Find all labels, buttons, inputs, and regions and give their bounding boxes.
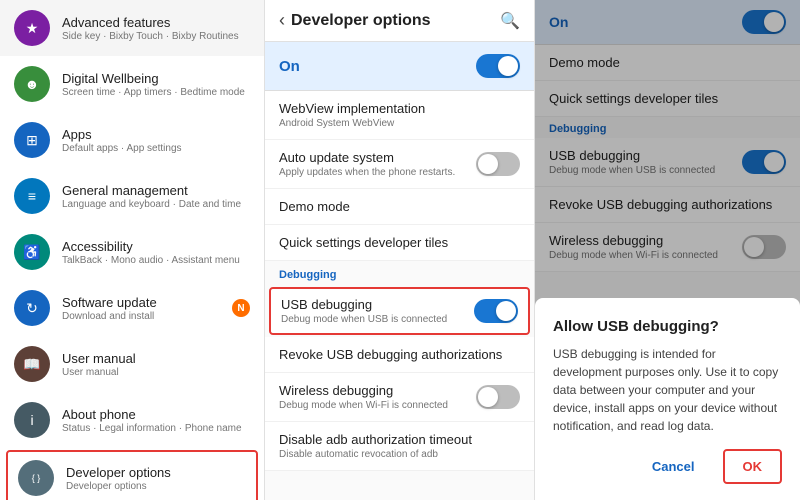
sidebar-text-general-management: General managementLanguage and keyboard …	[62, 183, 250, 210]
cancel-button[interactable]: Cancel	[634, 449, 713, 484]
sidebar-title-general-management: General management	[62, 183, 250, 198]
sidebar-item-apps[interactable]: ⊞ AppsDefault apps · App settings	[0, 112, 264, 168]
about-phone-icon: i	[14, 402, 50, 438]
sidebar-item-user-manual[interactable]: 📖 User manualUser manual	[0, 336, 264, 392]
sidebar-text-digital-wellbeing: Digital WellbeingScreen time · App timer…	[62, 71, 250, 98]
software-update-icon: ↻	[14, 290, 50, 326]
apps-icon: ⊞	[14, 122, 50, 158]
dev-on-row[interactable]: On	[265, 42, 534, 91]
dev-item-text-auto-update: Auto update system Apply updates when the…	[279, 150, 476, 178]
developer-options-icon: { }	[18, 460, 54, 496]
dev-item-sub-auto-update: Apply updates when the phone restarts.	[279, 167, 476, 178]
ok-button[interactable]: OK	[723, 449, 783, 484]
panel-header: ‹ Developer options 🔍	[265, 0, 534, 42]
dev-item-demo-mode[interactable]: Demo mode	[265, 189, 534, 225]
dev-item-revoke-usb[interactable]: Revoke USB debugging authorizations	[265, 337, 534, 373]
usb-debugging-dialog: Allow USB debugging? USB debugging is in…	[535, 298, 800, 500]
sidebar-title-advanced-features: Advanced features	[62, 15, 250, 30]
dev-item-text-wireless-debugging: Wireless debugging Debug mode when Wi-Fi …	[279, 383, 476, 411]
dialog-overlay: Allow USB debugging? USB debugging is in…	[535, 0, 800, 500]
sidebar-subtitle-accessibility: TalkBack · Mono audio · Assistant menu	[62, 255, 250, 266]
dev-item-text-usb-debugging: USB debugging Debug mode when USB is conn…	[281, 297, 474, 325]
dev-item-row-usb-debugging: USB debugging Debug mode when USB is conn…	[281, 297, 518, 325]
right-panel: OnDemo modeQuick settings developer tile…	[535, 0, 800, 500]
sidebar-subtitle-digital-wellbeing: Screen time · App timers · Bedtime mode	[62, 87, 250, 98]
sidebar-title-about-phone: About phone	[62, 407, 250, 422]
sidebar-title-digital-wellbeing: Digital Wellbeing	[62, 71, 250, 86]
sidebar-item-software-update[interactable]: ↻ Software updateDownload and installN	[0, 280, 264, 336]
sidebar-subtitle-developer-options: Developer options	[66, 481, 246, 492]
badge-software-update: N	[232, 299, 250, 317]
sidebar-title-user-manual: User manual	[62, 351, 250, 366]
dev-item-title-disable-adb: Disable adb authorization timeout	[279, 432, 520, 447]
sidebar-subtitle-apps: Default apps · App settings	[62, 143, 250, 154]
dev-item-sub-wireless-debugging: Debug mode when Wi-Fi is connected	[279, 400, 476, 411]
toggle-wireless-debugging[interactable]	[476, 385, 520, 409]
sidebar-title-apps: Apps	[62, 127, 250, 142]
general-management-icon: ≡	[14, 178, 50, 214]
sidebar-title-developer-options: Developer options	[66, 465, 246, 480]
sidebar-text-advanced-features: Advanced featuresSide key · Bixby Touch …	[62, 15, 250, 42]
dev-item-webview[interactable]: WebView implementation Android System Web…	[265, 91, 534, 140]
sidebar-text-developer-options: Developer optionsDeveloper options	[66, 465, 246, 492]
sidebar-subtitle-user-manual: User manual	[62, 367, 250, 378]
dev-item-row-auto-update: Auto update system Apply updates when the…	[279, 150, 520, 178]
section-debugging-section: Debugging	[265, 261, 534, 285]
sidebar-item-accessibility[interactable]: ♿ AccessibilityTalkBack · Mono audio · As…	[0, 224, 264, 280]
sidebar-subtitle-advanced-features: Side key · Bixby Touch · Bixby Routines	[62, 31, 250, 42]
toggle-auto-update[interactable]	[476, 152, 520, 176]
sidebar-subtitle-general-management: Language and keyboard · Date and time	[62, 199, 250, 210]
sidebar-text-user-manual: User manualUser manual	[62, 351, 250, 378]
panel-title: Developer options	[291, 12, 500, 30]
sidebar-text-accessibility: AccessibilityTalkBack · Mono audio · Ass…	[62, 239, 250, 266]
dev-on-toggle[interactable]	[476, 54, 520, 78]
sidebar-title-accessibility: Accessibility	[62, 239, 250, 254]
sidebar-item-general-management[interactable]: ≡ General managementLanguage and keyboard…	[0, 168, 264, 224]
sidebar-text-software-update: Software updateDownload and install	[62, 295, 232, 322]
dev-item-title-auto-update: Auto update system	[279, 150, 476, 165]
accessibility-icon: ♿	[14, 234, 50, 270]
dev-item-sub-usb-debugging: Debug mode when USB is connected	[281, 314, 474, 325]
back-icon[interactable]: ‹	[279, 10, 285, 31]
developer-options-content: On WebView implementation Android System W…	[265, 42, 534, 500]
dev-item-title-webview: WebView implementation	[279, 101, 520, 116]
user-manual-icon: 📖	[14, 346, 50, 382]
sidebar-subtitle-software-update: Download and install	[62, 311, 232, 322]
dev-item-usb-debugging[interactable]: USB debugging Debug mode when USB is conn…	[269, 287, 530, 335]
advanced-features-icon: ★	[14, 10, 50, 46]
dev-item-auto-update[interactable]: Auto update system Apply updates when the…	[265, 140, 534, 189]
sidebar-subtitle-about-phone: Status · Legal information · Phone name	[62, 423, 250, 434]
dialog-body: USB debugging is intended for developmen…	[553, 345, 782, 435]
sidebar-title-software-update: Software update	[62, 295, 232, 310]
sidebar-text-apps: AppsDefault apps · App settings	[62, 127, 250, 154]
dev-item-row-wireless-debugging: Wireless debugging Debug mode when Wi-Fi …	[279, 383, 520, 411]
dev-item-title-revoke-usb: Revoke USB debugging authorizations	[279, 347, 520, 362]
toggle-usb-debugging[interactable]	[474, 299, 518, 323]
settings-sidebar: ★ Advanced featuresSide key · Bixby Touch…	[0, 0, 265, 500]
developer-options-panel: ‹ Developer options 🔍 On WebView implemen…	[265, 0, 535, 500]
dev-item-quick-settings[interactable]: Quick settings developer tiles	[265, 225, 534, 261]
digital-wellbeing-icon: ☻	[14, 66, 50, 102]
search-icon[interactable]: 🔍	[500, 11, 520, 31]
dialog-title: Allow USB debugging?	[553, 318, 782, 335]
sidebar-text-about-phone: About phoneStatus · Legal information · …	[62, 407, 250, 434]
dev-item-title-quick-settings: Quick settings developer tiles	[279, 235, 520, 250]
dialog-actions: Cancel OK	[553, 449, 782, 484]
sidebar-item-digital-wellbeing[interactable]: ☻ Digital WellbeingScreen time · App time…	[0, 56, 264, 112]
sidebar-item-about-phone[interactable]: i About phoneStatus · Legal information ·…	[0, 392, 264, 448]
dev-item-disable-adb[interactable]: Disable adb authorization timeout Disable…	[265, 422, 534, 471]
dev-on-label: On	[279, 58, 476, 75]
sidebar-item-advanced-features[interactable]: ★ Advanced featuresSide key · Bixby Touch…	[0, 0, 264, 56]
dev-item-title-wireless-debugging: Wireless debugging	[279, 383, 476, 398]
dev-item-wireless-debugging[interactable]: Wireless debugging Debug mode when Wi-Fi …	[265, 373, 534, 422]
sidebar-item-developer-options[interactable]: { } Developer optionsDeveloper options	[6, 450, 258, 500]
dev-item-title-demo-mode: Demo mode	[279, 199, 520, 214]
dev-item-sub-disable-adb: Disable automatic revocation of adb	[279, 449, 520, 460]
dev-item-sub-webview: Android System WebView	[279, 118, 520, 129]
dev-item-title-usb-debugging: USB debugging	[281, 297, 474, 312]
